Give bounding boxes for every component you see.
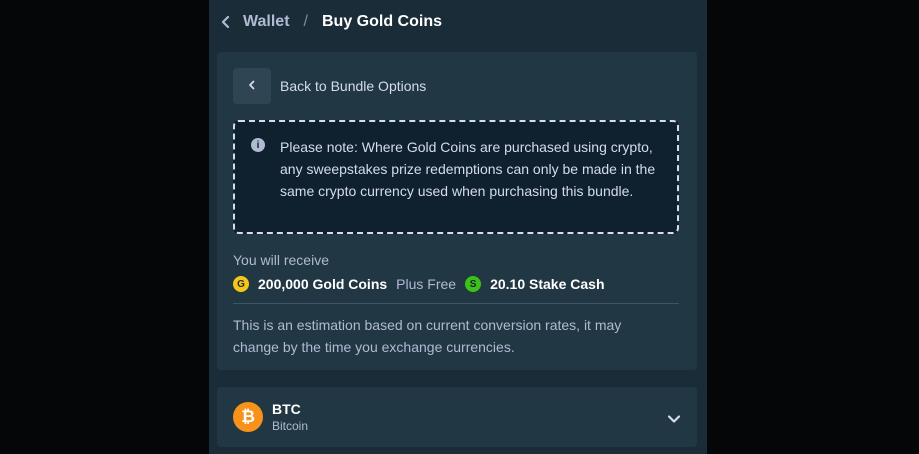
stake-cash-amount: 20.10 Stake Cash	[490, 276, 605, 292]
bitcoin-icon: ₿	[233, 402, 263, 432]
breadcrumb-separator: /	[303, 13, 308, 30]
receive-label: You will receive	[233, 252, 329, 268]
crypto-notice: i Please note: Where Gold Coins are purc…	[233, 120, 679, 234]
chevron-left-icon	[248, 77, 256, 95]
plus-free-label: Plus Free	[396, 276, 457, 292]
back-to-bundle-options-label[interactable]: Back to Bundle Options	[280, 78, 426, 94]
chevron-left-icon[interactable]	[221, 15, 235, 29]
gold-coin-icon: G	[233, 276, 249, 292]
notice-text: Please note: Where Gold Coins are purcha…	[280, 139, 656, 199]
page-title: Buy Gold Coins	[321, 13, 442, 30]
currency-name: Bitcoin	[272, 419, 309, 433]
gold-coins-amount: 200,000 Gold Coins	[258, 276, 388, 292]
currency-code: BTC	[272, 401, 301, 417]
info-icon: i	[251, 138, 265, 152]
breadcrumb: Wallet / Buy Gold Coins	[209, 0, 707, 44]
bundle-summary-panel: Back to Bundle Options i Please note: Wh…	[217, 52, 697, 370]
estimation-note: This is an estimation based on current c…	[233, 317, 622, 355]
breadcrumb-wallet-link[interactable]: Wallet	[243, 13, 290, 31]
back-to-bundle-options[interactable]: Back to Bundle Options	[233, 68, 426, 104]
back-button[interactable]	[233, 68, 271, 104]
currency-select[interactable]: ₿ BTC Bitcoin	[217, 387, 697, 447]
divider	[233, 303, 679, 304]
receive-summary: G 200,000 Gold Coins Plus Free S 20.10 S…	[233, 276, 605, 292]
buy-gold-coins-modal: Wallet / Buy Gold Coins Back to Bundle O…	[209, 0, 707, 454]
stake-cash-icon: S	[465, 276, 482, 292]
chevron-down-icon[interactable]	[667, 411, 681, 423]
currency-text: BTC Bitcoin	[272, 401, 308, 433]
